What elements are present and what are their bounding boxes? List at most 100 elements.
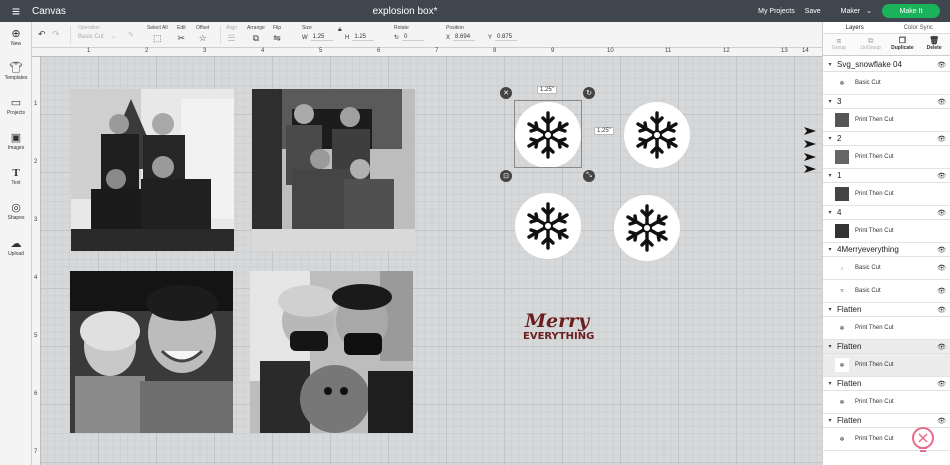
- snowflake-thumbnail: ❄: [835, 358, 849, 372]
- caret-down-icon[interactable]: ▾: [823, 380, 837, 387]
- caret-down-icon[interactable]: ▾: [823, 135, 837, 142]
- sidebar-item-upload[interactable]: ☁ Upload: [0, 238, 32, 257]
- layer-item[interactable]: ❄ Print Then Cut: [823, 354, 950, 377]
- tab-color-sync[interactable]: Color Sync: [887, 22, 950, 33]
- height-value[interactable]: 1.25: [352, 34, 375, 41]
- delete-button[interactable]: 🗑︎ Delete: [918, 34, 950, 55]
- layer-group[interactable]: ▾ 3 👁︎: [823, 95, 950, 109]
- caret-down-icon[interactable]: ▾: [823, 172, 837, 179]
- selection-box[interactable]: [514, 100, 582, 168]
- snowflake-4[interactable]: [614, 195, 680, 261]
- sidebar-item-new[interactable]: ⊕ New: [0, 28, 32, 47]
- eye-icon[interactable]: 👁︎: [937, 380, 946, 388]
- align-button[interactable]: Align ☰: [226, 25, 237, 43]
- position-y-field[interactable]: Y 0.875: [488, 34, 518, 41]
- layer-item[interactable]: Print Then Cut: [823, 146, 950, 169]
- layer-group[interactable]: ▾ Flatten 👁︎: [823, 303, 950, 317]
- help-lightbulb-icon[interactable]: [908, 425, 938, 455]
- layer-item[interactable]: ❄ Print Then Cut: [823, 391, 950, 414]
- position-x-value[interactable]: 8.694: [453, 34, 476, 41]
- eye-icon[interactable]: 👁︎: [937, 287, 946, 295]
- sidebar-item-projects[interactable]: ▭ Projects: [0, 97, 32, 116]
- caret-down-icon[interactable]: ▾: [823, 246, 837, 253]
- layer-group[interactable]: ▾ 4Merryeverything 👁︎: [823, 243, 950, 257]
- eye-icon[interactable]: 👁︎: [937, 61, 946, 69]
- caret-down-icon[interactable]: ▾: [823, 98, 837, 105]
- layer-item[interactable]: Print Then Cut: [823, 220, 950, 243]
- photo-family-2[interactable]: [252, 89, 415, 251]
- layers-panel: Layers Color Sync ⧈ Group ⧉ UnGroup ❐ Dupli…: [822, 22, 950, 465]
- group-icon: ⧈: [836, 36, 842, 45]
- merry-everything-text-design[interactable]: Merry EVERYTHING: [523, 311, 605, 355]
- photo-family-1[interactable]: [71, 89, 234, 251]
- photo-selfie-2[interactable]: [250, 271, 413, 433]
- sidebar-item-shapes[interactable]: ◎ Shapes: [0, 202, 32, 221]
- caret-down-icon[interactable]: ▾: [823, 417, 837, 424]
- layer-item[interactable]: Print Then Cut: [823, 183, 950, 206]
- resize-handle-icon[interactable]: ⤡: [583, 170, 595, 182]
- layer-group[interactable]: ▾ Flatten 👁︎: [823, 340, 950, 354]
- make-it-button[interactable]: Make It: [882, 4, 940, 18]
- photo-selfie-1[interactable]: [70, 271, 233, 433]
- my-projects-link[interactable]: My Projects: [758, 8, 795, 15]
- layer-item[interactable]: ❄ Basic Cut: [823, 72, 950, 95]
- sidebar-item-text[interactable]: T Text: [0, 167, 32, 186]
- design-canvas[interactable]: ✕ ↻ ⊡ ⤡ 1.25" 1.25" Merry EVERYTHING: [41, 57, 822, 465]
- offset-button[interactable]: Offset ☆: [196, 25, 209, 43]
- caret-down-icon[interactable]: ▾: [823, 209, 837, 216]
- eye-icon[interactable]: 👁︎: [937, 98, 946, 106]
- layer-group[interactable]: ▾ Svg_snowflake 04 👁︎: [823, 58, 950, 72]
- flip-button[interactable]: Flip ⇋: [273, 25, 281, 43]
- tab-layers[interactable]: Layers: [823, 22, 887, 33]
- caret-down-icon[interactable]: ▾: [823, 306, 837, 313]
- layer-group[interactable]: ▾ 4 👁︎: [823, 206, 950, 220]
- eye-icon[interactable]: 👁︎: [937, 306, 946, 314]
- rotate-value[interactable]: 0: [402, 34, 425, 41]
- eye-icon[interactable]: 👁︎: [937, 246, 946, 254]
- eye-icon[interactable]: 👁︎: [937, 135, 946, 143]
- layer-item[interactable]: ❄ Print Then Cut: [823, 317, 950, 340]
- layer-group[interactable]: ▾ 1 👁︎: [823, 169, 950, 183]
- position-y-value[interactable]: 0.875: [495, 34, 518, 41]
- lock-icon[interactable]: ⊡: [500, 170, 512, 182]
- position-x-field[interactable]: X 8.694: [446, 34, 476, 41]
- snowflake-3[interactable]: [515, 193, 581, 259]
- eye-icon[interactable]: 👁︎: [937, 264, 946, 272]
- layer-item[interactable]: Print Then Cut: [823, 109, 950, 132]
- rotate-handle-icon[interactable]: ↻: [583, 87, 595, 99]
- ungroup-button[interactable]: ⧉ UnGroup: [855, 34, 887, 55]
- duplicate-button[interactable]: ❐ Duplicate: [887, 34, 919, 55]
- group-button[interactable]: ⧈ Group: [823, 34, 855, 55]
- select-all-button[interactable]: Select All ⬚: [147, 25, 168, 43]
- eye-icon[interactable]: 👁︎: [937, 417, 946, 425]
- sidebar-item-templates[interactable]: 👕︎ Templates: [0, 62, 32, 81]
- ruler-number: 8: [493, 48, 497, 54]
- caret-down-icon[interactable]: ▾: [823, 343, 837, 350]
- layer-item[interactable]: ≈ Basic Cut 👁︎: [823, 280, 950, 303]
- height-field[interactable]: H 1.25: [345, 34, 375, 41]
- lock-icon[interactable]: 🔒︎: [338, 25, 342, 35]
- text-icon: T: [12, 167, 20, 179]
- eye-icon[interactable]: 👁︎: [937, 209, 946, 217]
- layer-group[interactable]: ▾ Flatten 👁︎: [823, 377, 950, 391]
- undo-icon[interactable]: ↶: [38, 29, 46, 39]
- operation-dropdown[interactable]: Operation Basic Cut ⌄: [78, 25, 116, 40]
- snowflake-2[interactable]: [624, 102, 690, 168]
- eye-icon[interactable]: 👁︎: [937, 172, 946, 180]
- edit-button[interactable]: Edit ✂: [177, 25, 186, 43]
- redo-icon[interactable]: ↷: [52, 29, 60, 39]
- layer-group[interactable]: ▾ 2 👁︎: [823, 132, 950, 146]
- width-value[interactable]: 1.25: [310, 34, 333, 41]
- layer-item[interactable]: ≡ Basic Cut 👁︎: [823, 257, 950, 280]
- caret-down-icon[interactable]: ▾: [823, 61, 837, 68]
- close-icon[interactable]: ✕: [500, 87, 512, 99]
- machine-selector[interactable]: Maker ⌄: [841, 7, 872, 16]
- sidebar-item-images[interactable]: ▣ Images: [0, 132, 32, 151]
- rotate-field[interactable]: ↻ 0: [394, 34, 425, 41]
- width-field[interactable]: W 1.25: [302, 34, 333, 41]
- hamburger-icon[interactable]: ≡: [0, 0, 32, 22]
- ruler-number: 6: [377, 48, 381, 54]
- eye-icon[interactable]: 👁︎: [937, 343, 946, 351]
- arrange-button[interactable]: Arrange ⧉: [247, 25, 265, 43]
- save-link[interactable]: Save: [805, 8, 821, 15]
